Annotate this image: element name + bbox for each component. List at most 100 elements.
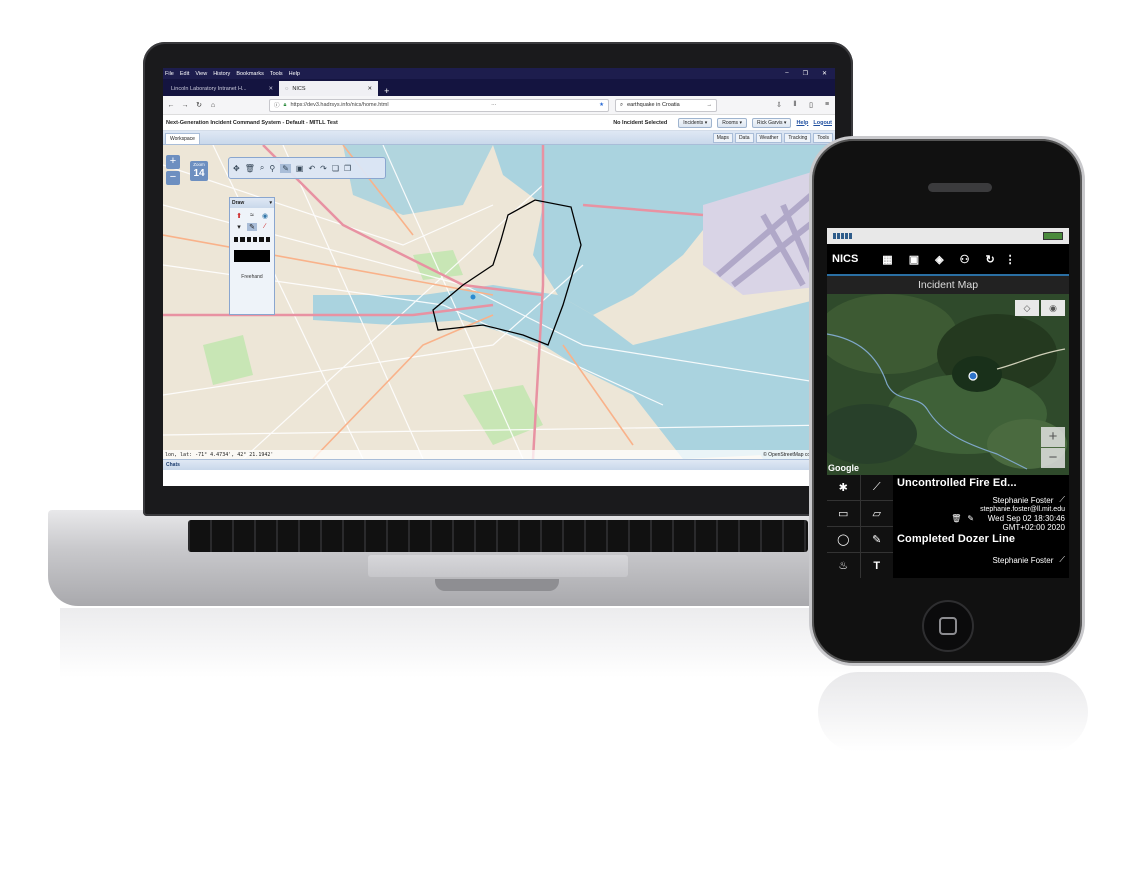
bookmark-star-icon[interactable]: ★ — [599, 102, 604, 108]
library-icon[interactable]: ⫴ — [791, 101, 799, 109]
phone-reflection — [818, 672, 1088, 752]
collapse-icon[interactable]: ▾ — [269, 200, 272, 206]
app-title: Next-Generation Incident Command System … — [166, 119, 338, 126]
go-arrow-icon[interactable]: → — [707, 102, 713, 108]
help-link[interactable]: Help — [796, 120, 808, 126]
delete-icon[interactable]: 🗑︎ — [245, 164, 255, 173]
pin-icon[interactable]: ⚲ — [269, 164, 275, 173]
chats-panel-header[interactable]: Chats — [163, 459, 835, 470]
page-actions-icon[interactable]: ··· — [491, 102, 497, 108]
hamburger-menu-icon[interactable]: ≡ — [823, 101, 831, 109]
pencil-icon[interactable]: ✎ — [280, 163, 291, 173]
search-input[interactable]: ⌕ earthquake in Croatia → — [615, 98, 717, 112]
sidebar-icon[interactable]: ▯ — [807, 101, 815, 109]
feature-date: Wed Sep 02 18:30:46 — [987, 514, 1065, 523]
user-menu-button[interactable]: Rick Garvis ▾ — [751, 117, 792, 128]
layer-toggle-icon[interactable]: ◇ — [1015, 300, 1039, 316]
forward-icon[interactable]: → — [181, 102, 189, 109]
menu-view[interactable]: View — [195, 71, 207, 77]
pan-icon[interactable]: ✥ — [233, 164, 240, 173]
download-icon[interactable]: ⇩ — [775, 101, 783, 109]
menu-edit[interactable]: Edit — [180, 71, 189, 77]
back-icon[interactable]: ← — [167, 102, 175, 109]
battery-icon — [1043, 232, 1063, 240]
home-icon[interactable]: ⌂ — [209, 102, 217, 109]
color-swatch[interactable] — [234, 250, 270, 262]
tab-workspace[interactable]: Workspace — [165, 133, 200, 144]
zoom-out-button[interactable]: − — [166, 171, 180, 185]
text-icon[interactable]: T — [860, 553, 893, 578]
tab-maps[interactable]: Maps — [712, 133, 733, 143]
zoom-label: Zoom — [193, 162, 205, 167]
group-icon[interactable]: ⚇ — [960, 253, 970, 266]
logout-link[interactable]: Logout — [813, 120, 832, 126]
tab-data[interactable]: Data — [734, 133, 754, 143]
list-item[interactable]: Completed Dozer Line Stephanie Foster ⟋ — [897, 533, 1065, 565]
minimize-icon[interactable]: – — [785, 70, 788, 77]
freehand-icon[interactable]: ✎ — [860, 527, 893, 552]
marker-icon[interactable]: ✱ — [827, 475, 860, 500]
layers-icon[interactable]: ◈ — [935, 253, 943, 266]
map-zoom-controls: + − — [166, 155, 180, 185]
new-tab-button[interactable]: + — [378, 86, 395, 96]
copy-icon[interactable]: ❏ — [332, 164, 339, 173]
line-icon[interactable]: ∕ — [260, 223, 270, 231]
undo-icon[interactable]: ↶ — [308, 164, 315, 173]
arrow-icon[interactable]: ▾ — [234, 223, 244, 231]
tab-tracking[interactable]: Tracking — [784, 133, 812, 143]
stroke-icon[interactable]: ≈ — [247, 212, 257, 220]
draw-tools: ⬆ ≈ ◉ ▾ ✎ ∕ — [230, 208, 274, 235]
image-icon[interactable]: ▣ — [296, 164, 304, 173]
more-icon[interactable]: ⋮ — [1005, 253, 1016, 266]
freehand-icon[interactable]: ✎ — [247, 223, 257, 231]
phone-home-button[interactable] — [922, 600, 974, 652]
refresh-icon[interactable]: ↻ — [985, 253, 994, 266]
feature-title: Uncontrolled Fire Ed... — [897, 477, 1017, 489]
incidents-menu-button[interactable]: Incidents ▾ — [678, 117, 713, 128]
incident-status: No Incident Selected — [613, 119, 668, 126]
close-tab-icon[interactable]: ✕ — [368, 86, 373, 92]
close-tab-icon[interactable]: ✕ — [269, 86, 274, 92]
menu-history[interactable]: History — [213, 71, 230, 77]
url-bar[interactable]: ⓘ 🔒︎ https://dev3.hadrsys.info/nics/home… — [269, 98, 609, 112]
edit-icon[interactable]: ✎ — [967, 514, 974, 523]
eye-icon[interactable]: ◉ — [1041, 300, 1065, 316]
line-icon[interactable]: ⟋ — [860, 475, 893, 500]
marker-icon[interactable]: ⬆ — [234, 212, 244, 220]
polygon-icon[interactable]: ▱ — [860, 501, 893, 526]
zoom-out-button[interactable]: − — [1041, 448, 1065, 468]
contact-icon[interactable]: ▣ — [909, 253, 919, 266]
street-map[interactable]: + − Zoom 14 ✥ 🗑︎ ⌕ ⚲ ✎ ▣ ↶ ↷ ❏ ❐ Draw ▾ … — [163, 145, 835, 459]
feature-list: Uncontrolled Fire Ed... Stephanie Foster… — [893, 475, 1069, 578]
reload-icon[interactable]: ↻ — [195, 101, 203, 109]
tab-nics[interactable]: ◌ NICS ✕ — [279, 81, 379, 96]
delete-icon[interactable]: 🗑︎ — [951, 514, 961, 523]
line-width-swatches[interactable] — [230, 235, 274, 244]
color-icon[interactable]: ◉ — [260, 212, 270, 220]
laptop-keyboard — [188, 520, 808, 552]
zoom-in-button[interactable]: + — [1041, 427, 1065, 447]
circle-icon[interactable]: ◯ — [827, 527, 860, 552]
phone-status-bar — [827, 228, 1069, 244]
google-logo: Google — [828, 463, 859, 473]
restore-icon[interactable]: ❐ — [803, 70, 808, 77]
menu-tools[interactable]: Tools — [270, 71, 283, 77]
tab-intranet[interactable]: Lincoln Laboratory Intranet H... ✕ — [165, 81, 279, 96]
satellite-map[interactable]: ◇ ◉ + − Google — [827, 294, 1069, 475]
map-icon[interactable]: ▦ — [882, 253, 892, 266]
redo-icon[interactable]: ↷ — [320, 164, 327, 173]
list-item[interactable]: Uncontrolled Fire Ed... Stephanie Foster… — [897, 477, 1065, 532]
close-window-icon[interactable]: ✕ — [822, 70, 827, 77]
zoom-in-button[interactable]: + — [166, 155, 180, 169]
paste-icon[interactable]: ❐ — [344, 164, 351, 173]
browser-navbar: ← → ↻ ⌂ ⓘ 🔒︎ https://dev3.hadrsys.info/n… — [163, 96, 835, 115]
menu-bookmarks[interactable]: Bookmarks — [236, 71, 264, 77]
fire-icon[interactable]: ♨ — [827, 553, 860, 578]
search-icon[interactable]: ⌕ — [260, 163, 264, 173]
menu-help[interactable]: Help — [289, 71, 300, 77]
rooms-menu-button[interactable]: Rooms ▾ — [717, 117, 747, 128]
laptop-trackpad — [368, 555, 628, 577]
menu-file[interactable]: File — [165, 71, 174, 77]
tab-weather[interactable]: Weather — [755, 133, 783, 143]
rectangle-icon[interactable]: ▭ — [827, 501, 860, 526]
